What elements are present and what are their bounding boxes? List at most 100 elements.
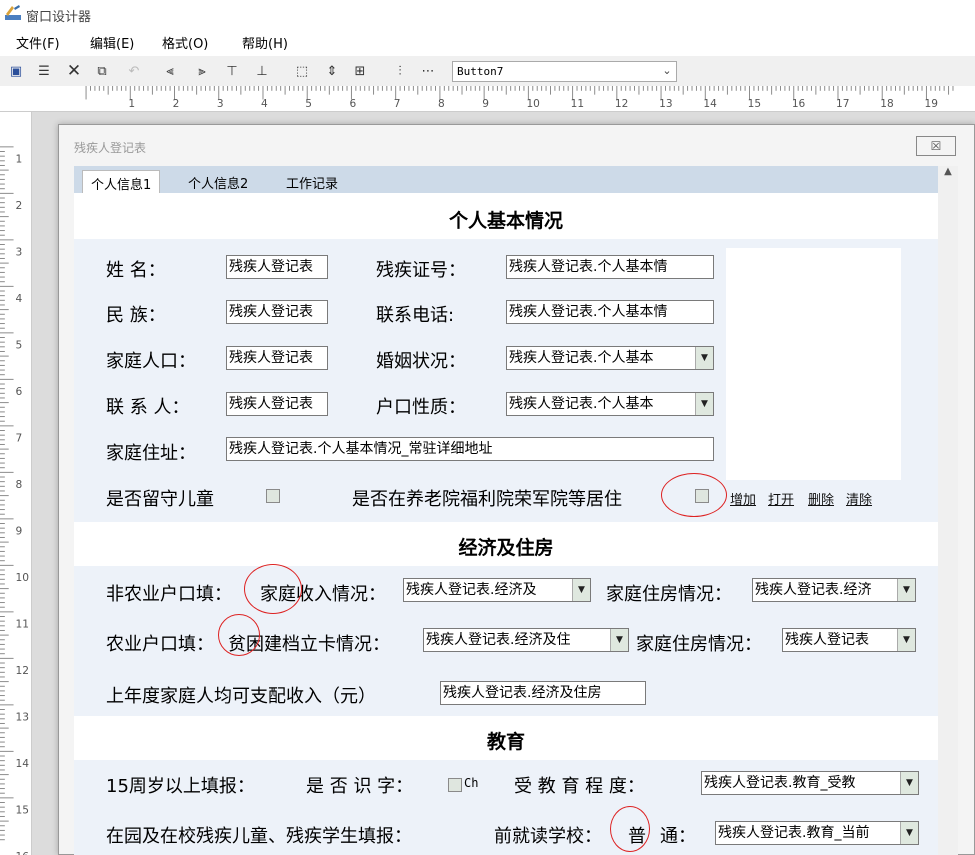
menu-help[interactable]: 帮助(H) — [240, 33, 290, 52]
properties-icon[interactable]: ☰ — [34, 60, 54, 82]
photo-clear-link[interactable]: 清除 — [846, 489, 872, 508]
nonagri-house-select[interactable]: 残疾人登记表.经济 — [752, 578, 916, 602]
chevron-down-icon[interactable]: ▼ — [900, 772, 918, 794]
same-width-icon[interactable]: ⬚ — [292, 60, 312, 82]
app-icon — [5, 5, 21, 20]
annotation-circle — [218, 614, 260, 656]
cert-label: 残疾证号： — [376, 260, 466, 281]
photo-delete-link[interactable]: 删除 — [808, 489, 834, 508]
nursing-home-label: 是否在养老院福利院荣军院等居住 — [352, 489, 622, 510]
literate-check-text: Ch — [464, 776, 479, 790]
chevron-down-icon[interactable]: ▼ — [897, 629, 915, 651]
name-field[interactable]: 残疾人登记表 — [226, 255, 328, 279]
chevron-down-icon[interactable]: ▼ — [897, 579, 915, 601]
scroll-up-icon[interactable]: ▲ — [938, 166, 958, 182]
ruler-number: 10 — [16, 571, 30, 584]
cert-field[interactable]: 残疾人登记表.个人基本情 — [506, 255, 714, 279]
ruler-number: 7 — [394, 98, 401, 110]
photo-open-link[interactable]: 打开 — [768, 489, 794, 508]
ruler-number: 14 — [703, 98, 717, 110]
ruler-number: 6 — [350, 98, 357, 110]
ruler-number: 2 — [16, 199, 23, 212]
agri-house-select[interactable]: 残疾人登记表 — [782, 628, 916, 652]
app-titlebar — [0, 0, 975, 30]
school-select[interactable]: 残疾人登记表.教育_当前 — [715, 821, 919, 845]
annotation-circle — [610, 806, 650, 852]
annotation-circle — [661, 473, 727, 517]
phone-field[interactable]: 残疾人登记表.个人基本情 — [506, 300, 714, 324]
align-bottom-icon[interactable]: ⊥ — [252, 60, 272, 82]
ruler-number: 1 — [128, 98, 135, 110]
copy-icon[interactable]: ⧉ — [92, 60, 112, 82]
contact-field[interactable]: 残疾人登记表 — [226, 392, 328, 416]
app-title: 窗口设计器 — [26, 10, 92, 25]
left-behind-child-checkbox[interactable] — [266, 489, 280, 503]
literate-checkbox[interactable] — [448, 778, 462, 792]
agri-poverty-select[interactable]: 残疾人登记表.经济及住 — [423, 628, 629, 652]
ruler-number: 9 — [482, 98, 489, 110]
literate-label: 是 否 识 字： — [306, 776, 414, 797]
chevron-down-icon[interactable]: ⌄ — [658, 61, 676, 82]
horizontal-distribute-icon[interactable]: ⋯ — [418, 60, 438, 82]
ruler-number: 12 — [16, 664, 30, 677]
ruler-number: 1 — [16, 152, 23, 165]
school-type-label: 通： — [660, 826, 696, 847]
horizontal-ruler: 1 2 3 4 5 6 7 8 9 10 11 12 13 14 15 16 17 18 19 — [0, 86, 975, 112]
delete-icon[interactable]: ✕ — [64, 60, 84, 82]
ruler-number: 19 — [925, 98, 938, 110]
tab-personal-info-2[interactable]: 个人信息2 — [180, 170, 256, 193]
ruler-number: 2 — [173, 98, 180, 110]
chevron-down-icon[interactable]: ▼ — [610, 629, 628, 651]
ruler-number: 7 — [16, 431, 23, 444]
ruler-number: 18 — [880, 98, 893, 110]
family-size-label: 家庭人口： — [106, 351, 196, 372]
school-label: 前就读学校： — [494, 826, 602, 847]
chevron-down-icon[interactable]: ▼ — [572, 579, 590, 601]
align-right-icon[interactable]: ⫸ — [192, 60, 212, 82]
form-title: 残疾人登记表 — [74, 141, 147, 155]
ruler-number: 11 — [16, 617, 30, 630]
marriage-select[interactable]: 残疾人登记表.个人基本 — [506, 346, 714, 370]
student-label: 在园及在校残疾儿童、残疾学生填报： — [106, 826, 412, 847]
close-icon[interactable]: ☒ — [916, 136, 956, 156]
same-size-icon[interactable]: ⊞ — [350, 60, 370, 82]
menu-bar: 文件(F) 编辑(E) 格式(O) 帮助(H) — [0, 30, 975, 54]
align-top-icon[interactable]: ⊤ — [222, 60, 242, 82]
left-behind-child-label: 是否留守儿童 — [106, 489, 214, 510]
ruler-number: 14 — [16, 757, 30, 770]
same-height-icon[interactable]: ⇕ — [322, 60, 342, 82]
ruler-number: 8 — [438, 98, 445, 110]
hukou-select[interactable]: 残疾人登记表.个人基本 — [506, 392, 714, 416]
photo-frame[interactable] — [726, 248, 901, 480]
ruler-number: 4 — [261, 98, 268, 110]
nonagri-house-label: 家庭住房情况： — [606, 584, 732, 605]
menu-file[interactable]: 文件(F) — [14, 33, 62, 52]
undo-icon[interactable]: ↶ — [124, 60, 144, 82]
photo-add-link[interactable]: 增加 — [730, 489, 756, 508]
save-icon[interactable]: ▣ — [6, 60, 26, 82]
family-size-field[interactable]: 残疾人登记表 — [226, 346, 328, 370]
align-left-icon[interactable]: ⫷ — [160, 60, 180, 82]
income-field[interactable]: 残疾人登记表.经济及住房 — [440, 681, 646, 705]
vertical-distribute-icon[interactable]: ⫶ — [390, 60, 410, 82]
vertical-scrollbar[interactable] — [938, 166, 958, 855]
nation-field[interactable]: 残疾人登记表 — [226, 300, 328, 324]
ruler-number: 5 — [16, 338, 23, 351]
chevron-down-icon[interactable]: ▼ — [695, 393, 713, 415]
phone-label: 联系电话: — [376, 305, 455, 326]
section-title-basic: 个人基本情况 — [448, 210, 563, 232]
chevron-down-icon[interactable]: ▼ — [900, 822, 918, 844]
chevron-down-icon[interactable]: ▼ — [695, 347, 713, 369]
ruler-number: 3 — [217, 98, 224, 110]
tab-work-records[interactable]: 工作记录 — [278, 170, 346, 193]
menu-edit[interactable]: 编辑(E) — [88, 33, 136, 52]
nonagri-income-select[interactable]: 残疾人登记表.经济及 — [403, 578, 591, 602]
degree-select[interactable]: 残疾人登记表.教育_受教 — [701, 771, 919, 795]
menu-format[interactable]: 格式(O) — [160, 33, 210, 52]
ruler-number: 12 — [615, 98, 628, 110]
control-select[interactable]: Button7 — [452, 61, 677, 82]
tab-personal-info-1[interactable]: 个人信息1 — [82, 170, 161, 193]
agri-house-label: 家庭住房情况： — [636, 634, 762, 655]
ruler-number: 5 — [305, 98, 312, 110]
address-field[interactable]: 残疾人登记表.个人基本情况_常驻详细地址 — [226, 437, 714, 461]
